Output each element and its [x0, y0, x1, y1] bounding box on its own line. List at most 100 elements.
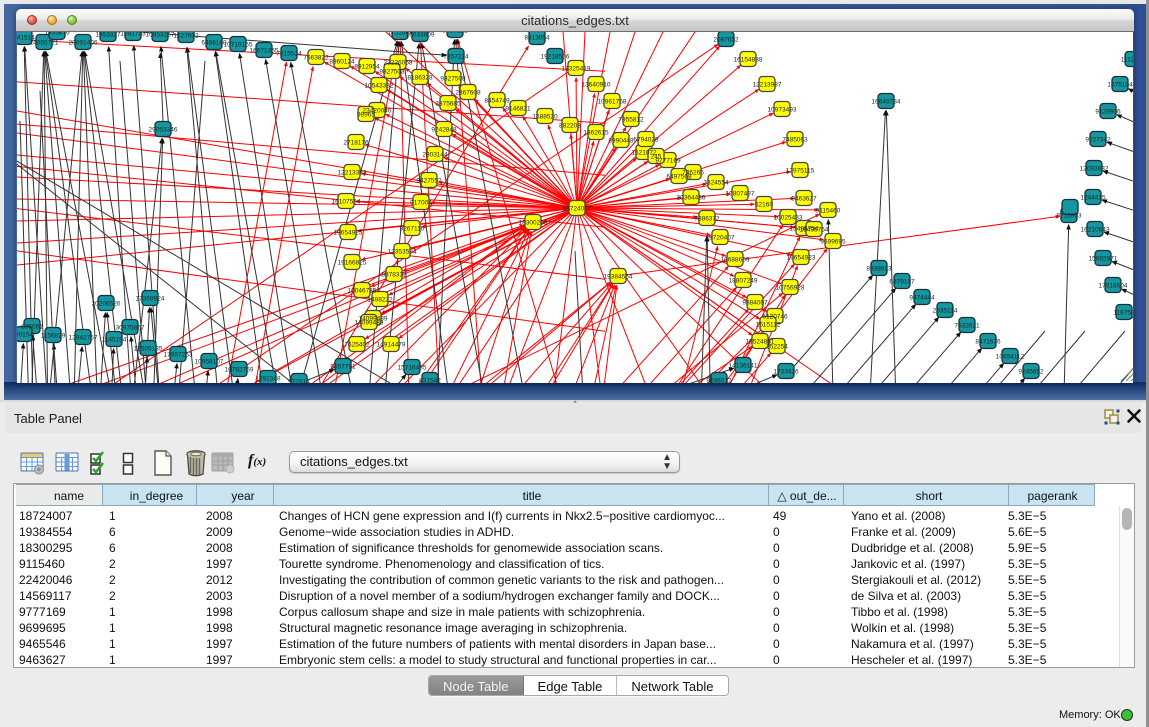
svg-text:6497568: 6497568	[666, 174, 692, 181]
svg-text:13325419: 13325419	[562, 66, 591, 73]
svg-text:9699695: 9699695	[820, 239, 846, 246]
svg-text:17016504: 17016504	[1099, 283, 1128, 290]
svg-text:1292348: 1292348	[255, 376, 281, 383]
svg-text:1575104: 1575104	[1107, 82, 1133, 89]
svg-text:13640910: 13640910	[582, 82, 611, 89]
svg-text:245: 245	[651, 154, 662, 161]
svg-text:10719155: 10719155	[224, 42, 253, 49]
svg-text:1615112: 1615112	[756, 322, 781, 329]
svg-text:12975115: 12975115	[786, 168, 815, 175]
svg-text:19166825: 19166825	[338, 260, 367, 267]
svg-text:98965: 98965	[357, 112, 375, 119]
svg-text:10958107: 10958107	[195, 359, 224, 366]
svg-text:2935114: 2935114	[933, 308, 958, 315]
svg-text:16495754: 16495754	[800, 227, 829, 234]
svg-text:6879197: 6879197	[889, 279, 915, 286]
svg-text:10961758: 10961758	[598, 99, 627, 106]
svg-text:9246512: 9246512	[706, 378, 732, 384]
svg-text:10756928: 10756928	[776, 285, 805, 292]
svg-text:7632621: 7632621	[954, 323, 980, 330]
svg-text:8186328: 8186328	[407, 75, 433, 82]
svg-text:19218506: 19218506	[541, 54, 570, 61]
svg-text:16782759: 16782759	[225, 367, 254, 374]
svg-text:1935876: 1935876	[44, 32, 70, 37]
svg-text:10973493: 10973493	[768, 107, 797, 114]
svg-text:29053346: 29053346	[149, 127, 178, 134]
svg-text:8960124: 8960124	[329, 59, 355, 66]
svg-text:9327508: 9327508	[440, 76, 466, 83]
svg-text:8454749: 8454749	[484, 98, 510, 105]
svg-text:16154838: 16154838	[734, 57, 763, 64]
svg-text:10025433: 10025433	[774, 215, 803, 222]
svg-text:9242848: 9242848	[431, 127, 457, 134]
svg-text:1156829: 1156829	[41, 333, 66, 340]
svg-text:8878332: 8878332	[381, 272, 407, 279]
svg-text:9357121: 9357121	[442, 32, 468, 35]
svg-text:12353594: 12353594	[388, 249, 417, 256]
svg-text:10688609: 10688609	[721, 257, 750, 264]
svg-text:7625402: 7625402	[344, 342, 370, 349]
svg-text:14055721: 14055721	[30, 40, 59, 47]
svg-text:19654925: 19654925	[334, 230, 363, 237]
svg-text:18807249: 18807249	[729, 278, 758, 285]
svg-text:8471676: 8471676	[975, 339, 1001, 346]
svg-text:10543382: 10543382	[365, 83, 394, 90]
svg-text:2718176: 2718176	[343, 140, 369, 147]
svg-text:10046785: 10046785	[348, 288, 377, 295]
svg-text:2867608: 2867608	[455, 90, 481, 97]
svg-text:831542: 831542	[419, 378, 441, 384]
svg-text:7955812: 7955812	[618, 117, 644, 124]
svg-text:6794028: 6794028	[633, 137, 659, 144]
svg-text:9146821: 9146821	[505, 106, 531, 113]
svg-text:18724007: 18724007	[563, 206, 592, 213]
svg-text:9227342: 9227342	[1085, 137, 1111, 144]
svg-text:9884067: 9884067	[742, 300, 768, 307]
svg-text:16033809: 16033809	[406, 32, 435, 39]
svg-text:15716485: 15716485	[398, 365, 427, 372]
svg-text:12505135: 12505135	[134, 346, 163, 353]
svg-text:15720407: 15720407	[706, 235, 735, 242]
svg-text:14099489: 14099489	[355, 320, 384, 327]
svg-text:8267110: 8267110	[400, 226, 425, 233]
svg-text:1588520: 1588520	[532, 114, 558, 121]
svg-text:30975867: 30975867	[116, 325, 145, 332]
svg-text:12942757: 12942757	[69, 335, 98, 342]
svg-text:1498222: 1498222	[367, 297, 393, 304]
svg-text:10853267: 10853267	[146, 32, 175, 39]
svg-text:1091753: 1091753	[120, 32, 146, 38]
svg-text:1244415: 1244415	[1080, 195, 1106, 202]
svg-text:972514: 972514	[288, 379, 310, 384]
svg-text:7857224: 7857224	[443, 54, 469, 61]
svg-text:16648784: 16648784	[872, 99, 901, 106]
svg-text:7886372: 7886372	[694, 216, 720, 223]
svg-text:1145194: 1145194	[102, 337, 127, 344]
svg-text:1527602: 1527602	[173, 33, 199, 40]
svg-text:18300295: 18300295	[519, 220, 548, 227]
svg-text:8215953: 8215953	[1056, 213, 1082, 220]
svg-text:9115460: 9115460	[816, 208, 841, 215]
svg-text:3824554: 3824554	[703, 180, 729, 187]
svg-text:20364436: 20364436	[677, 195, 706, 202]
svg-text:8990448: 8990448	[608, 138, 634, 145]
svg-text:8938923: 8938923	[866, 266, 892, 273]
svg-text:116753: 116753	[1113, 310, 1133, 317]
svg-text:2803144: 2803144	[422, 152, 448, 159]
svg-text:252254: 252254	[766, 344, 788, 351]
svg-text:14914479: 14914479	[377, 342, 406, 349]
svg-text:17359924: 17359924	[136, 296, 165, 303]
svg-text:1953327: 1953327	[95, 32, 121, 39]
svg-text:6120746: 6120746	[762, 314, 788, 321]
svg-text:9129906: 9129906	[1095, 109, 1121, 116]
svg-text:62160: 62160	[755, 202, 773, 209]
svg-text:15692971: 15692971	[1089, 256, 1118, 263]
svg-text:9657791: 9657791	[330, 364, 356, 371]
svg-text:1112543: 1112543	[1121, 57, 1133, 64]
svg-text:2087652: 2087652	[713, 37, 739, 44]
svg-text:19654923: 19654923	[787, 255, 816, 262]
svg-text:9827503: 9827503	[379, 69, 405, 76]
svg-text:14136141: 14136141	[729, 363, 758, 370]
svg-text:917004: 917004	[410, 200, 432, 207]
svg-text:17957253: 17957253	[164, 352, 193, 359]
svg-text:20206526: 20206526	[92, 301, 121, 308]
svg-text:16671355: 16671355	[250, 48, 279, 55]
